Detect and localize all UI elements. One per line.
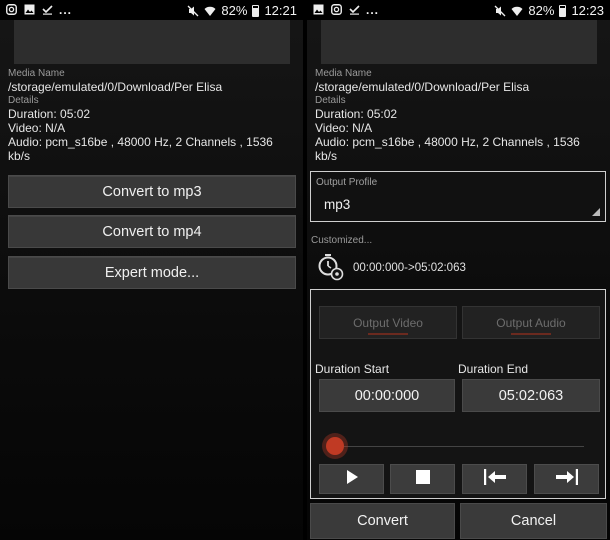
duration-text: Duration: 05:02 xyxy=(315,107,398,121)
play-icon xyxy=(345,469,359,490)
output-audio-indicator xyxy=(511,333,551,335)
gallery-icon xyxy=(312,4,324,16)
media-info: Media Name /storage/emulated/0/Download/… xyxy=(315,67,605,163)
set-start-icon xyxy=(482,468,508,491)
more-dots-icon: ... xyxy=(59,3,73,17)
battery-percent: 82% xyxy=(528,3,555,18)
stop-button[interactable] xyxy=(390,464,455,494)
battery-icon xyxy=(559,4,567,17)
video-text: Video: N/A xyxy=(8,121,66,135)
audio-text: Audio: pcm_s16be , 48000 Hz, 2 Channels … xyxy=(315,135,580,163)
battery-percent: 82% xyxy=(221,3,248,18)
output-video-label: Output Video xyxy=(353,315,423,330)
details-label: Details xyxy=(8,95,39,106)
duration-end-label: Duration End xyxy=(458,362,529,376)
convert-button[interactable]: Convert xyxy=(310,503,455,539)
customized-label: Customized... xyxy=(311,235,373,246)
duration-end-field[interactable]: 05:02:063 xyxy=(462,379,600,412)
status-bar: ... 82% 12:23 xyxy=(307,0,610,20)
right-screen: ... 82% 12:23 Media Name /storage/emulat… xyxy=(307,0,610,540)
media-path: /storage/emulated/0/Download/Per Elisa xyxy=(8,80,223,94)
stop-icon xyxy=(415,469,430,489)
output-video-indicator xyxy=(368,333,408,335)
instagram-icon xyxy=(330,4,342,16)
set-end-button[interactable] xyxy=(534,464,599,494)
banner-area xyxy=(14,20,290,64)
duration-start-label: Duration Start xyxy=(315,362,390,376)
seek-slider-track[interactable] xyxy=(334,446,584,447)
banner-area xyxy=(321,20,597,64)
media-name-label: Media Name xyxy=(8,68,65,79)
output-audio-button[interactable]: Output Audio xyxy=(462,306,600,339)
set-end-icon xyxy=(554,468,580,491)
output-video-button[interactable]: Output Video xyxy=(319,306,457,339)
output-profile-label: Output Profile xyxy=(316,177,378,188)
battery-icon xyxy=(252,4,260,17)
media-name-label: Media Name xyxy=(315,68,372,79)
download-done-icon xyxy=(348,4,360,16)
output-audio-label: Output Audio xyxy=(496,315,566,330)
media-info: Media Name /storage/emulated/0/Download/… xyxy=(8,67,298,163)
more-dots-icon: ... xyxy=(366,3,380,17)
duration-start-field[interactable]: 00:00:000 xyxy=(319,379,455,412)
stopwatch-settings-icon[interactable] xyxy=(317,253,345,281)
left-screen: ... 82% 12:21 Media Name /storage/emulat… xyxy=(0,0,303,540)
convert-to-mp3-button[interactable]: Convert to mp3 xyxy=(8,175,296,208)
media-path: /storage/emulated/0/Download/Per Elisa xyxy=(315,80,530,94)
expert-mode-button[interactable]: Expert mode... xyxy=(8,256,296,289)
wifi-icon xyxy=(511,5,523,17)
clock: 12:21 xyxy=(264,3,297,18)
audio-text: Audio: pcm_s16be , 48000 Hz, 2 Channels … xyxy=(8,135,273,163)
cancel-button[interactable]: Cancel xyxy=(460,503,607,539)
output-profile-value: mp3 xyxy=(324,197,351,212)
status-bar: ... 82% 12:21 xyxy=(0,0,303,20)
clock: 12:23 xyxy=(571,3,604,18)
details-label: Details xyxy=(315,95,346,106)
wifi-icon xyxy=(204,5,216,17)
dropdown-arrow-icon xyxy=(592,208,600,216)
time-range-text: 00:00:000->05:02:063 xyxy=(353,262,466,274)
seek-slider-knob[interactable] xyxy=(326,437,344,455)
expert-options-panel: Output Video Output Audio Duration Start… xyxy=(310,289,606,499)
instagram-icon xyxy=(5,4,17,16)
set-start-button[interactable] xyxy=(462,464,527,494)
mute-icon xyxy=(494,5,506,17)
video-text: Video: N/A xyxy=(315,121,373,135)
play-button[interactable] xyxy=(319,464,384,494)
output-profile-dropdown[interactable]: Output Profile mp3 xyxy=(310,171,606,222)
convert-to-mp4-button[interactable]: Convert to mp4 xyxy=(8,215,296,248)
mute-icon xyxy=(187,5,199,17)
gallery-icon xyxy=(23,4,35,16)
duration-text: Duration: 05:02 xyxy=(8,107,91,121)
download-done-icon xyxy=(41,4,53,16)
